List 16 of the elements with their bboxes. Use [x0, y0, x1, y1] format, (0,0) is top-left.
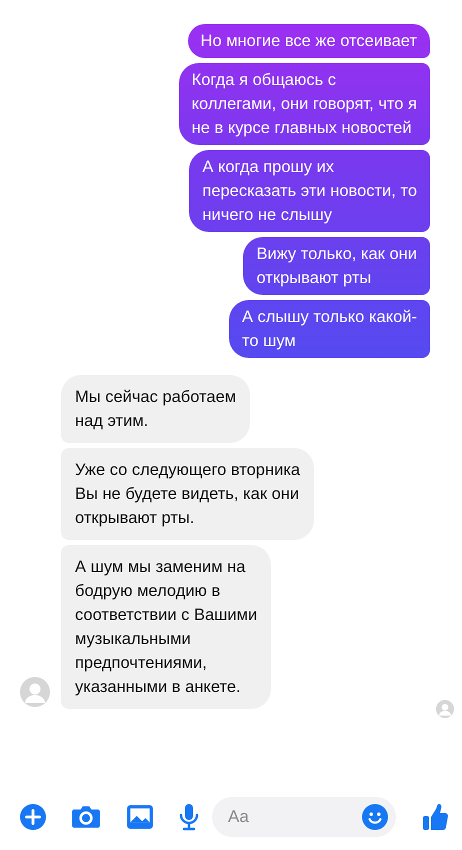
plus-icon[interactable] [20, 804, 46, 830]
smiley-icon[interactable] [362, 804, 388, 830]
message-field[interactable]: Aa [212, 797, 396, 837]
camera-icon[interactable] [71, 804, 101, 830]
image-icon[interactable] [126, 804, 154, 830]
sent-message: А когда прошу их пересказать эти новости, то ничего не слышу [189, 150, 430, 232]
read-receipt-icon [436, 700, 454, 718]
received-message: Мы сейчас работаем над этим. [61, 375, 250, 443]
received-message: А шум мы заменим на бодрую мелодию в соответствии с Вашими музыкальными предпочтениями, указанными в анкете. [61, 545, 272, 709]
sent-message: А слышу только какой- то шум [228, 300, 430, 358]
sent-message: Когда я общаюсь с коллегами, они говорят, что я не в курсе главных новостей [178, 63, 430, 145]
microphone-icon[interactable] [179, 803, 199, 831]
sent-message: Но многие все же отсеивает [188, 24, 430, 58]
thumbs-up-icon[interactable] [422, 803, 448, 831]
sent-message: Вижу только, как они открывают рты [243, 237, 430, 295]
received-message: Уже со следующего вторника Вы не будете видеть, как они открывают рты. [61, 448, 314, 540]
